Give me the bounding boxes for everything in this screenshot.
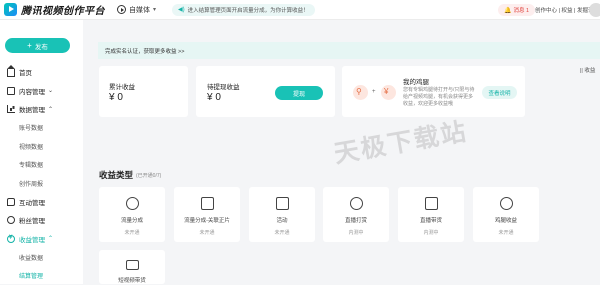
speaker-icon: ◀) xyxy=(178,6,185,13)
view-instructions-button[interactable]: 查看说明 xyxy=(482,86,517,99)
logo[interactable]: 腾讯视频创作平台 xyxy=(4,2,105,17)
short-video-icon xyxy=(126,260,139,270)
sidebar-item-account-data[interactable]: 账号数据 xyxy=(0,119,83,138)
chat-icon xyxy=(7,198,15,206)
sidebar-nav: 首页 内容管理 ⌄ 数据管理 ⌃ 账号数据 视频数据 专辑数据 创作周报 互动管… xyxy=(0,63,83,285)
income-type-status: 未开通 xyxy=(199,229,214,236)
income-type-name: 短视频带货 xyxy=(118,276,146,284)
sidebar-item-interaction[interactable]: 互动管理 xyxy=(0,193,83,212)
message-badge[interactable]: 🔔 消息 1 xyxy=(498,4,535,16)
income-type-card[interactable]: 流量分成-关联正片 未开通 xyxy=(174,187,240,242)
search-coin-icon: ⚲ xyxy=(353,85,368,100)
shop-icon xyxy=(425,197,438,210)
income-type-card[interactable]: 直播带货 内测中 xyxy=(398,187,464,242)
watermark: 天极下载站 xyxy=(331,112,470,171)
chevron-down-icon: ▾ xyxy=(153,6,156,13)
coin-icon xyxy=(126,197,139,210)
publish-label: 发布 xyxy=(35,41,48,51)
media-label: 自媒体 xyxy=(129,5,150,15)
income-type-name: 活动 xyxy=(276,216,287,224)
sidebar-item-label: 收益管理 xyxy=(19,234,45,244)
logo-icon xyxy=(4,3,17,16)
income-type-card[interactable]: 流量分成 未开通 xyxy=(99,187,165,242)
sidebar: + 发布 首页 内容管理 ⌄ 数据管理 ⌃ 账号数据 视频数据 专辑数据 创作周… xyxy=(0,20,83,284)
income-types-title: 收益类型 xyxy=(99,169,133,181)
drumstick-icon xyxy=(500,197,513,210)
income-type-card[interactable]: 活动 未开通 xyxy=(249,187,315,242)
sidebar-item-album-data[interactable]: 专辑数据 xyxy=(0,156,83,175)
media-type-switch[interactable]: 自媒体 ▾ xyxy=(117,5,156,15)
income-type-name: 直播带货 xyxy=(420,216,442,224)
logo-text: 腾讯视频创作平台 xyxy=(21,2,105,17)
income-type-card[interactable]: 鸡腿收益 未开通 xyxy=(473,187,539,242)
avatar[interactable] xyxy=(589,3,600,17)
content-icon xyxy=(7,87,15,95)
chevron-up-icon: ⌃ xyxy=(48,235,53,242)
yuan-icon: ¥ xyxy=(381,85,396,100)
income-type-status: 未开通 xyxy=(124,229,139,236)
income-type-status: 内测中 xyxy=(348,229,363,236)
film-icon xyxy=(201,197,214,210)
withdraw-button[interactable]: 提现 xyxy=(275,86,323,100)
notice-bar[interactable]: ◀) 进入结算管理页面开启流量分成，为你计算收益！ xyxy=(172,4,315,16)
pending-income-value: ¥ 0 xyxy=(207,92,221,103)
chevron-down-icon: ⌄ xyxy=(48,87,53,94)
income-type-name: 流量分成 xyxy=(121,216,143,224)
sidebar-item-label: 数据管理 xyxy=(19,104,45,114)
plus-icon: + xyxy=(27,42,32,50)
chevron-up-icon: ⌃ xyxy=(48,106,53,113)
sidebar-item-label: 内容管理 xyxy=(19,86,45,96)
income-type-name: 流量分成-关联正片 xyxy=(184,216,230,224)
income-type-name: 鸡腿收益 xyxy=(495,216,517,224)
play-icon xyxy=(117,5,126,14)
sidebar-item-data[interactable]: 数据管理 ⌃ xyxy=(0,100,83,119)
total-income-value: ¥ 0 xyxy=(109,92,123,103)
sidebar-item-label: 互动管理 xyxy=(19,197,45,207)
income-type-status: 未开通 xyxy=(498,229,513,236)
income-types-count: (已开通0/7) xyxy=(136,172,161,179)
sidebar-item-fans[interactable]: 粉丝管理 xyxy=(0,211,83,230)
sidebar-item-weekly-report[interactable]: 创作周报 xyxy=(0,174,83,193)
chart-icon xyxy=(7,105,15,113)
sidebar-item-label: 粉丝管理 xyxy=(19,215,45,225)
verify-banner[interactable]: 完成实名认证，获取更多收益 >> xyxy=(98,42,600,59)
plus-icon: + xyxy=(372,89,376,95)
flag-icon xyxy=(276,197,289,210)
bell-icon: 🔔 xyxy=(504,7,511,14)
sidebar-item-settlement[interactable]: 结算管理 xyxy=(0,267,83,285)
sidebar-item-label: 首页 xyxy=(19,67,32,77)
total-income-title: 累计收益 xyxy=(109,81,135,91)
side-tab[interactable]: || 收益 xyxy=(580,66,595,74)
publish-button[interactable]: + 发布 xyxy=(5,38,70,53)
income-type-card[interactable]: 短视频带货 xyxy=(99,250,165,284)
purse-description: 您有专辑鸡腿待打开与/只限与待给产视频鸡腿，有机会获得更多收益，欢迎更多收益哦 xyxy=(403,87,477,108)
fans-icon xyxy=(7,216,15,224)
notice-text: 进入结算管理页面开启流量分成，为你计算收益！ xyxy=(188,6,309,14)
sidebar-item-home[interactable]: 首页 xyxy=(0,63,83,82)
gift-icon xyxy=(350,197,363,210)
money-icon xyxy=(7,235,15,243)
sidebar-item-content[interactable]: 内容管理 ⌄ xyxy=(0,82,83,101)
income-type-card[interactable]: 直播打赏 内测中 xyxy=(323,187,389,242)
purse-title: 我的鸡腿 xyxy=(403,76,429,86)
pending-income-title: 待提现收益 xyxy=(207,81,240,91)
sidebar-item-income-data[interactable]: 收益数据 xyxy=(0,248,83,267)
sidebar-item-video-data[interactable]: 视频数据 xyxy=(0,137,83,156)
income-type-name: 直播打赏 xyxy=(345,216,367,224)
sidebar-item-income[interactable]: 收益管理 ⌃ xyxy=(0,230,83,249)
income-type-status: 未开通 xyxy=(274,229,289,236)
income-type-status: 内测中 xyxy=(423,229,438,236)
home-icon xyxy=(7,69,15,77)
message-text: 消息 1 xyxy=(513,6,529,14)
